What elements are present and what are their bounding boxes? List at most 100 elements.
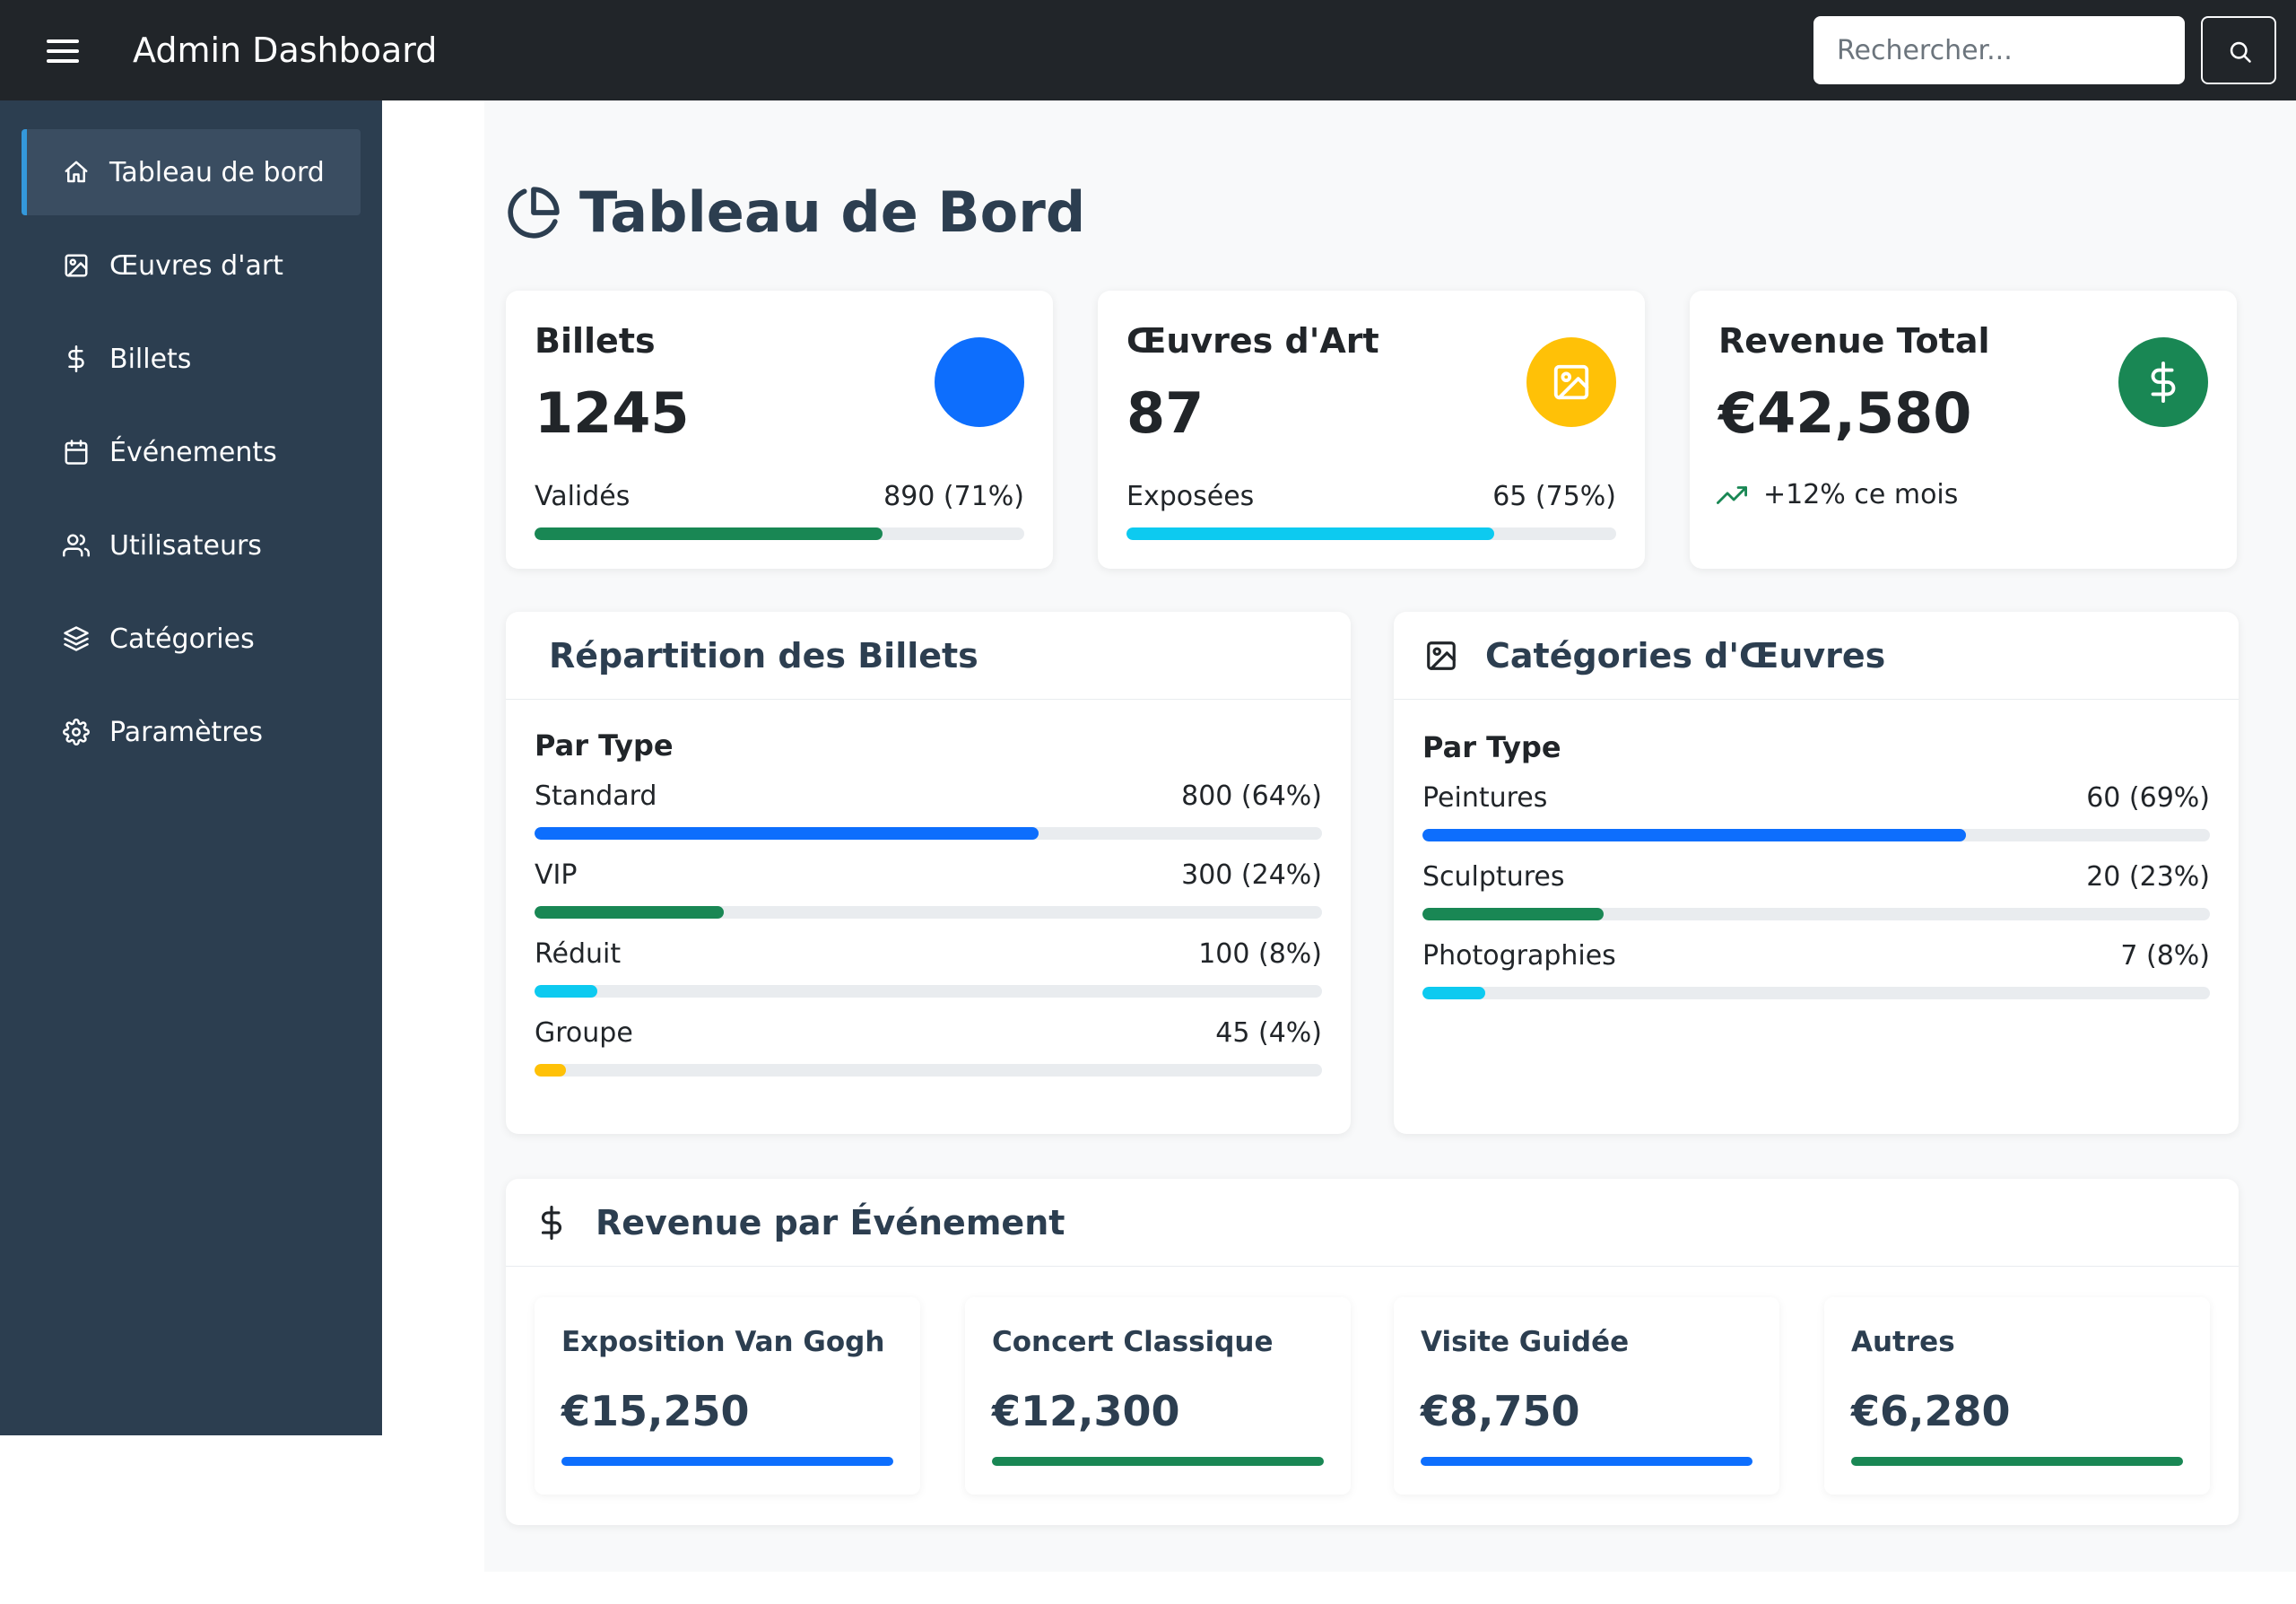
stat-detail: 65 (75%) <box>1492 481 1616 512</box>
progress-fill <box>1126 527 1494 540</box>
progress-bar <box>535 827 1322 840</box>
stat-card-tickets: Billets 1245 Validés 890 (71%) <box>506 291 1053 569</box>
event-revenue-item: Autres €6,280 <box>1824 1297 2210 1495</box>
row-value: 7 (8%) <box>2120 940 2210 972</box>
event-amount: €15,250 <box>561 1387 750 1435</box>
dollar-icon <box>541 1205 561 1240</box>
sidebar-item-artworks[interactable]: Œuvres d'art <box>22 222 361 309</box>
event-revenue-item: Concert Classique €12,300 <box>965 1297 1351 1495</box>
trending-up-icon <box>1717 485 1747 504</box>
search-button[interactable] <box>2201 16 2276 84</box>
row-label: Groupe <box>535 1017 633 1049</box>
image-icon <box>61 250 91 281</box>
stat-title: Billets <box>535 321 656 361</box>
stat-label: Exposées <box>1126 481 1255 512</box>
progress-bar <box>535 1064 1322 1077</box>
event-amount: €8,750 <box>1421 1387 1580 1435</box>
revenue-trend: +12% ce mois <box>1717 479 1958 510</box>
tickets-breakdown-card: Répartition des Billets Par Type Standar… <box>506 612 1351 1134</box>
progress-fill <box>535 1064 567 1077</box>
page-title: Tableau de Bord <box>506 179 1085 245</box>
layers-icon <box>61 623 91 654</box>
row-label: Réduit <box>535 938 622 970</box>
card-subtitle: Par Type <box>1422 730 1561 764</box>
row-value: 100 (8%) <box>1198 938 1322 970</box>
event-amount: €12,300 <box>992 1387 1180 1435</box>
progress-fill <box>1422 908 1604 920</box>
stat-label: Validés <box>535 481 631 512</box>
row-value: 20 (23%) <box>2086 861 2210 893</box>
event-bar <box>1851 1457 2183 1466</box>
progress-fill <box>535 906 724 919</box>
pie-chart-icon <box>508 186 560 239</box>
card-header: Répartition des Billets <box>506 612 1351 700</box>
image-icon <box>1427 641 1456 670</box>
sidebar-item-label: Événements <box>109 436 277 468</box>
search-input[interactable] <box>1813 16 2185 84</box>
sidebar-item-dashboard[interactable]: Tableau de bord <box>22 129 361 215</box>
dollar-icon <box>61 344 91 374</box>
stat-value: €42,580 <box>1718 380 1972 446</box>
progress-bar <box>1422 987 2210 999</box>
trend-text: +12% ce mois <box>1763 479 1959 510</box>
event-name: Visite Guidée <box>1421 1326 1630 1358</box>
stat-card-revenue: Revenue Total €42,580 +12% ce mois <box>1690 291 2237 569</box>
calendar-icon <box>61 437 91 467</box>
sidebar-item-categories[interactable]: Catégories <box>22 596 361 682</box>
card-title: Revenue par Événement <box>596 1202 1065 1242</box>
row-label: Photographies <box>1422 940 1616 972</box>
progress-bar <box>535 527 1024 540</box>
card-subtitle: Par Type <box>535 728 674 763</box>
event-revenue-item: Exposition Van Gogh €15,250 <box>535 1297 920 1495</box>
row-value: 300 (24%) <box>1181 859 1322 891</box>
stat-value: 87 <box>1126 380 1205 446</box>
event-amount: €6,280 <box>1851 1387 2011 1435</box>
home-icon <box>61 157 91 187</box>
ticket-icon <box>935 337 1024 427</box>
card-header: Catégories d'Œuvres <box>1394 612 2239 700</box>
sidebar-item-label: Catégories <box>109 623 255 655</box>
row-value: 800 (64%) <box>1181 780 1322 812</box>
sidebar-item-label: Paramètres <box>109 716 264 748</box>
progress-bar <box>1422 908 2210 920</box>
sidebar: Tableau de bord Œuvres d'art Billets Évé… <box>0 100 382 1435</box>
sidebar-item-settings[interactable]: Paramètres <box>22 689 361 775</box>
row-label: Sculptures <box>1422 861 1565 893</box>
art-categories-card: Catégories d'Œuvres Par Type Peintures 6… <box>1394 612 2239 1134</box>
card-title: Catégories d'Œuvres <box>1485 635 1886 676</box>
row-value: 45 (4%) <box>1215 1017 1322 1049</box>
event-name: Concert Classique <box>992 1326 1274 1358</box>
progress-bar <box>535 906 1322 919</box>
progress-fill <box>1422 987 1486 999</box>
progress-fill <box>535 827 1039 840</box>
stat-value: 1245 <box>535 380 690 446</box>
progress-bar <box>1422 829 2210 841</box>
event-name: Exposition Van Gogh <box>561 1326 885 1358</box>
card-title: Répartition des Billets <box>549 635 978 676</box>
sidebar-item-label: Billets <box>109 343 192 375</box>
dollar-icon <box>2118 337 2208 427</box>
gear-icon <box>61 717 91 747</box>
row-value: 60 (69%) <box>2086 782 2210 814</box>
menu-toggle-icon[interactable] <box>47 39 79 63</box>
progress-fill <box>1422 829 1966 841</box>
row-label: Standard <box>535 780 657 812</box>
row-label: VIP <box>535 859 578 891</box>
page-title-text: Tableau de Bord <box>579 179 1086 245</box>
progress-fill <box>535 985 598 998</box>
sidebar-item-label: Tableau de bord <box>109 156 325 188</box>
event-revenue-item: Visite Guidée €8,750 <box>1394 1297 1779 1495</box>
card-header: Revenue par Événement <box>506 1179 2239 1267</box>
progress-fill <box>535 527 883 540</box>
event-bar <box>1421 1457 1752 1466</box>
stat-title: Revenue Total <box>1718 321 1990 361</box>
row-label: Peintures <box>1422 782 1548 814</box>
sidebar-item-events[interactable]: Événements <box>22 409 361 495</box>
stat-detail: 890 (71%) <box>883 481 1024 512</box>
app-brand[interactable]: Admin Dashboard <box>133 29 437 72</box>
sidebar-item-label: Œuvres d'art <box>109 249 283 282</box>
progress-bar <box>535 985 1322 998</box>
sidebar-item-tickets[interactable]: Billets <box>22 316 361 402</box>
sidebar-item-users[interactable]: Utilisateurs <box>22 502 361 588</box>
event-bar <box>561 1457 893 1466</box>
